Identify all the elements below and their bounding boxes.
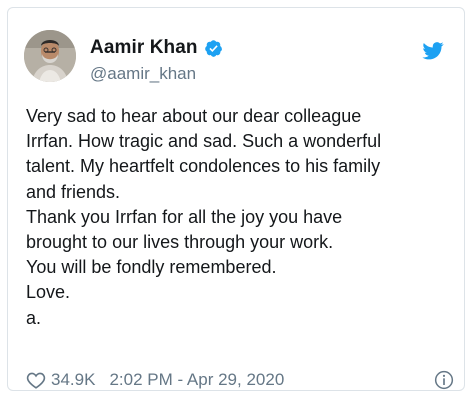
tweet-line: brought to our lives through your work. xyxy=(26,232,334,253)
info-icon[interactable] xyxy=(434,370,454,390)
avatar-image xyxy=(24,30,76,82)
tweet-line: Irrfan. How tragic and sad. Such a wonde… xyxy=(26,131,382,152)
tweet-footer: 34.9K 2:02 PM - Apr 29, 2020 xyxy=(26,369,454,391)
verified-badge-icon xyxy=(204,39,223,58)
author-handle[interactable]: @aamir_khan xyxy=(90,64,223,84)
tweet-line: You will be fondly remembered. xyxy=(26,257,277,278)
tweet-card: Aamir Khan @aamir_khan Very sad to hear … xyxy=(7,7,465,391)
tweet-line: Love. xyxy=(26,282,71,303)
twitter-bird-icon[interactable] xyxy=(422,42,444,60)
tweet-line: Very sad to hear about our dear colleagu… xyxy=(26,106,362,126)
avatar[interactable] xyxy=(24,30,76,82)
tweet-line: Thank you Irrfan for all the joy you hav… xyxy=(26,206,343,227)
tweet-line: and friends. xyxy=(26,181,121,202)
like-count[interactable]: 34.9K xyxy=(51,370,95,390)
author-block[interactable]: Aamir Khan @aamir_khan xyxy=(90,36,223,84)
name-row: Aamir Khan xyxy=(90,36,223,60)
tweet-line: talent. My heartfelt condolences to his … xyxy=(26,156,381,177)
heart-icon[interactable] xyxy=(26,371,46,389)
tweet-text: Very sad to hear about our dear colleagu… xyxy=(26,104,456,331)
tweet-line: a. xyxy=(26,307,42,328)
tweet-timestamp[interactable]: 2:02 PM - Apr 29, 2020 xyxy=(109,370,284,390)
author-display-name[interactable]: Aamir Khan xyxy=(90,37,198,59)
